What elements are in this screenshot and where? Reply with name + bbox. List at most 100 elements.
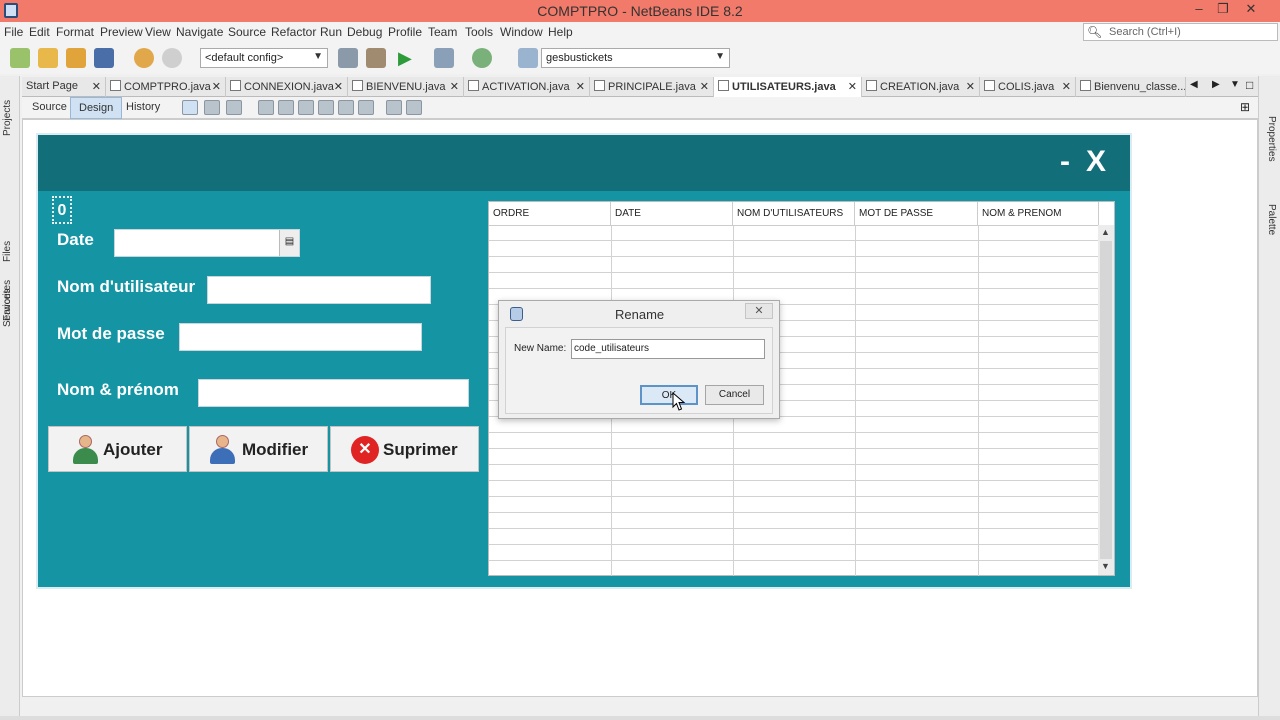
- run-icon[interactable]: ▶: [398, 48, 418, 68]
- menu-preview[interactable]: Preview: [100, 25, 143, 39]
- redo-icon[interactable]: [162, 48, 182, 68]
- resize-horizontal-icon[interactable]: [386, 100, 402, 115]
- close-icon[interactable]: ✕: [92, 80, 101, 93]
- form-close-button[interactable]: X: [1086, 145, 1106, 179]
- column-header-date[interactable]: DATE: [611, 202, 733, 226]
- close-icon[interactable]: ✕: [576, 80, 585, 93]
- scroll-down-icon[interactable]: ▼: [1101, 561, 1110, 571]
- column-header-fullname[interactable]: NOM & PRENOM: [978, 202, 1099, 226]
- dialog-close-button[interactable]: ✕: [745, 303, 773, 319]
- username-field[interactable]: [207, 276, 431, 304]
- tab-principale[interactable]: PRINCIPALE.java ✕: [590, 77, 714, 97]
- close-icon[interactable]: ✕: [848, 80, 857, 93]
- tab-start-page[interactable]: Start Page ✕: [22, 77, 106, 97]
- tab-utilisateurs[interactable]: UTILISATEURS.java ✕: [714, 77, 862, 97]
- new-project-icon[interactable]: [38, 48, 58, 68]
- align-top-icon[interactable]: [318, 100, 334, 115]
- undo-icon[interactable]: [134, 48, 154, 68]
- column-header-password[interactable]: MOT DE PASSE: [855, 202, 978, 226]
- sidebar-favorites[interactable]: Favorites: [2, 280, 13, 321]
- build-icon[interactable]: [338, 48, 358, 68]
- date-chooser[interactable]: ▤: [114, 229, 300, 257]
- config-select[interactable]: <default config> ▼: [200, 48, 328, 68]
- search-box[interactable]: 🔍︎ Search (Ctrl+I): [1083, 23, 1278, 41]
- menu-team[interactable]: Team: [428, 25, 457, 39]
- close-icon[interactable]: ✕: [334, 80, 343, 93]
- save-all-icon[interactable]: [94, 48, 114, 68]
- tab-bienvenu-classe[interactable]: Bienvenu_classe....: [1076, 77, 1186, 97]
- project-select[interactable]: gesbustickets ▼: [541, 48, 730, 68]
- tab-activation[interactable]: ACTIVATION.java ✕: [464, 77, 590, 97]
- resize-vertical-icon[interactable]: [406, 100, 422, 115]
- tab-colis[interactable]: COLIS.java ✕: [980, 77, 1076, 97]
- delete-button[interactable]: ✕ Suprimer: [330, 426, 479, 472]
- expand-icon[interactable]: ⊞: [1240, 100, 1250, 114]
- selection-mode-icon[interactable]: [182, 100, 198, 115]
- menu-profile[interactable]: Profile: [388, 25, 422, 39]
- tab-design[interactable]: Design: [70, 97, 123, 119]
- align-right-icon[interactable]: [278, 100, 294, 115]
- ok-button[interactable]: OK: [640, 385, 698, 405]
- add-button[interactable]: Ajouter: [48, 426, 187, 472]
- menu-help[interactable]: Help: [548, 25, 573, 39]
- tab-comptpro[interactable]: COMPTPRO.java ✕: [106, 77, 226, 97]
- align-bottom-icon[interactable]: [338, 100, 354, 115]
- profile-icon[interactable]: [472, 48, 492, 68]
- menu-format[interactable]: Format: [56, 25, 94, 39]
- menu-refactor[interactable]: Refactor: [271, 25, 316, 39]
- fullname-field[interactable]: [198, 379, 469, 407]
- minimize-window-button[interactable]: –: [1186, 1, 1212, 19]
- new-name-label: New Name:: [514, 343, 567, 354]
- column-header-username[interactable]: NOM D'UTILISATEURS: [733, 202, 855, 226]
- connection-mode-icon[interactable]: [204, 100, 220, 115]
- edit-button[interactable]: Modifier: [189, 426, 328, 472]
- close-icon[interactable]: ✕: [966, 80, 975, 93]
- column-header-ordre[interactable]: ORDRE: [489, 202, 611, 226]
- tab-bienvenu[interactable]: BIENVENU.java ✕: [348, 77, 464, 97]
- menu-source[interactable]: Source: [228, 25, 266, 39]
- align-left-icon[interactable]: [258, 100, 274, 115]
- menu-view[interactable]: View: [145, 25, 171, 39]
- center-horizontally-icon[interactable]: [298, 100, 314, 115]
- sidebar-projects[interactable]: Projects: [2, 100, 13, 136]
- scroll-up-icon[interactable]: ▲: [1101, 227, 1110, 237]
- id-label[interactable]: 0: [52, 196, 72, 224]
- open-project-icon[interactable]: [66, 48, 86, 68]
- scrollbar-thumb[interactable]: [1100, 241, 1112, 559]
- tab-creation[interactable]: CREATION.java ✕: [862, 77, 980, 97]
- tab-list-icon[interactable]: ▼: [1230, 79, 1240, 90]
- sidebar-properties[interactable]: Properties: [1266, 116, 1277, 162]
- scroll-tabs-left-icon[interactable]: ◀: [1190, 79, 1198, 90]
- clean-build-icon[interactable]: [366, 48, 386, 68]
- tab-connexion[interactable]: CONNEXION.java ✕: [226, 77, 348, 97]
- close-icon[interactable]: ✕: [450, 80, 459, 93]
- menu-edit[interactable]: Edit: [29, 25, 50, 39]
- preview-design-icon[interactable]: [226, 100, 242, 115]
- close-icon[interactable]: ✕: [212, 80, 221, 93]
- close-icon[interactable]: ✕: [1062, 80, 1071, 93]
- cancel-button[interactable]: Cancel: [705, 385, 764, 405]
- sidebar-files[interactable]: Files: [2, 241, 13, 262]
- table-scrollbar[interactable]: ▲ ▼: [1098, 225, 1114, 575]
- close-window-button[interactable]: ✕: [1238, 1, 1264, 19]
- calendar-icon[interactable]: ▤: [279, 230, 299, 256]
- center-vertically-icon[interactable]: [358, 100, 374, 115]
- close-icon[interactable]: ✕: [700, 80, 709, 93]
- new-name-input[interactable]: code_utilisateurs: [571, 339, 765, 359]
- form-minimize-button[interactable]: -: [1060, 145, 1070, 179]
- debug-icon[interactable]: [434, 48, 454, 68]
- new-file-icon[interactable]: [10, 48, 30, 68]
- menu-file[interactable]: File: [4, 25, 23, 39]
- restore-window-button[interactable]: ❐: [1210, 1, 1236, 19]
- password-field[interactable]: [179, 323, 422, 351]
- tab-history[interactable]: History: [118, 97, 168, 119]
- menu-debug[interactable]: Debug: [347, 25, 382, 39]
- tab-source[interactable]: Source: [24, 97, 75, 119]
- menu-window[interactable]: Window: [500, 25, 543, 39]
- sidebar-palette[interactable]: Palette: [1266, 204, 1277, 235]
- menu-run[interactable]: Run: [320, 25, 342, 39]
- maximize-editor-icon[interactable]: □: [1246, 78, 1253, 92]
- menu-tools[interactable]: Tools: [465, 25, 493, 39]
- scroll-tabs-right-icon[interactable]: ▶: [1212, 79, 1220, 90]
- menu-navigate[interactable]: Navigate: [176, 25, 223, 39]
